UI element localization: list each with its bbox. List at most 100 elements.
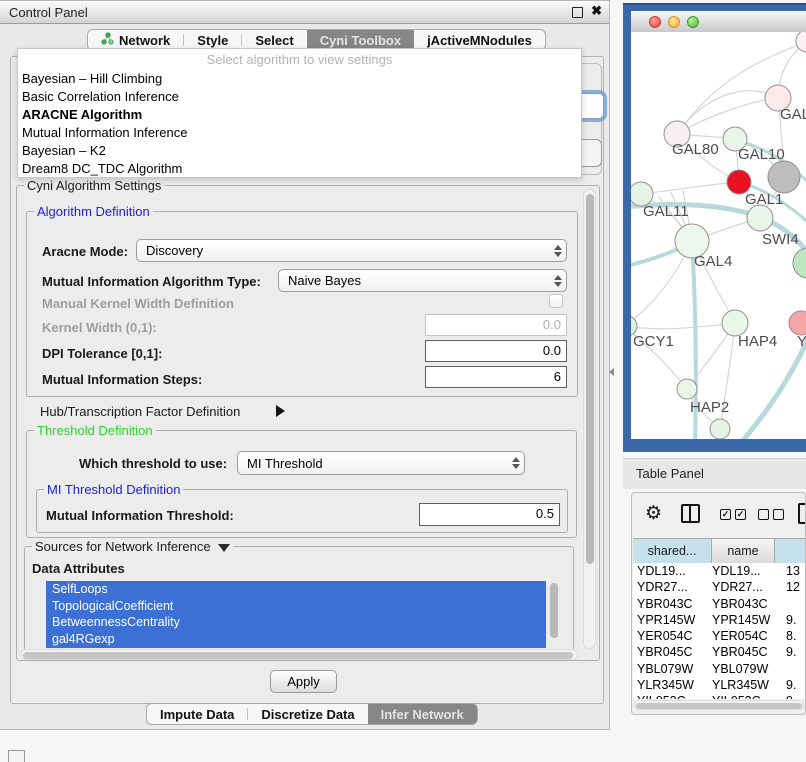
table-cell: YBR045C: [712, 645, 768, 659]
table-cell: YBR043C: [637, 597, 693, 611]
table-cell: 9.: [786, 678, 796, 692]
dpi-tolerance-field[interactable]: 0.0: [425, 340, 567, 362]
close-traffic-light-icon[interactable]: [649, 16, 661, 28]
algorithm-option[interactable]: Bayesian – Hill Climbing: [22, 70, 577, 88]
tab-cyni-toolbox[interactable]: Cyni Toolbox: [307, 30, 414, 50]
network-node[interactable]: [747, 205, 773, 231]
tab-infer-network[interactable]: Infer Network: [368, 704, 477, 724]
table-row[interactable]: YBL079WYBL079W: [633, 661, 806, 677]
algorithm-popup-list: Bayesian – Hill ClimbingBasic Correlatio…: [22, 70, 577, 178]
close-icon[interactable]: ✖: [591, 3, 602, 19]
manual-kernel-width-checkbox[interactable]: [549, 294, 563, 308]
tab-network-label: Network: [119, 33, 170, 48]
network-node[interactable]: [793, 248, 806, 278]
checked-checkbox-icon[interactable]: ✓: [720, 509, 731, 520]
settings-vertical-scrollbar[interactable]: [583, 189, 596, 649]
which-threshold-combobox[interactable]: MI Threshold: [237, 451, 525, 475]
expand-arrow-icon[interactable]: [276, 405, 285, 417]
unchecked-checkbox-icon[interactable]: [758, 509, 769, 520]
aracne-mode-value: Discovery: [137, 243, 550, 258]
network-canvas[interactable]: GALGAL80GAL10GAL1GAL11SWI4GAL4GCY1HAP4YH…: [631, 32, 806, 439]
table-cell: 9.: [786, 645, 796, 659]
control-panel-window: Control Panel ✖ Network Style: [0, 0, 610, 730]
table-cell: 12: [786, 580, 800, 594]
network-node[interactable]: [710, 419, 730, 439]
table-horizontal-scrollbar-thumb[interactable]: [636, 703, 802, 709]
table-row[interactable]: YIL052CYIL052C9: [633, 693, 806, 699]
table-panel-title: Table Panel: [636, 466, 704, 481]
mi-threshold-field[interactable]: 0.5: [419, 503, 560, 526]
checked-checkbox-icon[interactable]: ✓: [735, 509, 746, 520]
algorithm-option[interactable]: ARACNE Algorithm: [22, 106, 577, 124]
table-row[interactable]: YER054CYER054C8.: [633, 628, 806, 644]
table-cell: YDL19...: [712, 564, 761, 578]
minimize-traffic-light-icon[interactable]: [668, 16, 680, 28]
zoom-traffic-light-icon[interactable]: [687, 16, 699, 28]
tab-impute-data[interactable]: Impute Data: [147, 704, 247, 724]
mi-algorithm-type-label: Mutual Information Algorithm Type:: [42, 274, 261, 289]
network-node[interactable]: [768, 161, 800, 193]
table-toolbar: ⚙ ✓ ✓: [632, 493, 805, 538]
mi-steps-field[interactable]: 6: [425, 366, 567, 388]
network-node-label: GAL10: [738, 146, 785, 163]
network-node[interactable]: [789, 311, 806, 335]
table-row[interactable]: YDL19...YDL19...13: [633, 563, 806, 579]
collapse-arrow-icon[interactable]: [218, 544, 230, 552]
table-row[interactable]: YBR045CYBR045C9.: [633, 644, 806, 660]
column-header-partial[interactable]: [775, 539, 806, 563]
tab-style[interactable]: Style: [184, 30, 241, 50]
table-cell: YBL079W: [712, 662, 768, 676]
mi-algorithm-type-combobox[interactable]: Naive Bayes: [278, 269, 567, 292]
table-cell: YBR043C: [712, 597, 768, 611]
algorithm-popup-placeholder: Select algorithm to view settings: [18, 52, 581, 67]
tab-network[interactable]: Network: [88, 30, 183, 50]
table-row[interactable]: YDR27...YDR27...12: [633, 579, 806, 595]
table-row[interactable]: YLR345WYLR345W9.: [633, 677, 806, 693]
settings-vertical-scrollbar-thumb[interactable]: [586, 194, 594, 564]
data-attribute-item[interactable]: SelfLoops: [46, 581, 546, 598]
table-row[interactable]: YBR043C YBR043C: [633, 596, 806, 612]
network-edge: [677, 91, 778, 134]
network-window-titlebar[interactable]: [631, 11, 806, 33]
window-corner-icon[interactable]: [8, 750, 25, 762]
aracne-mode-combobox[interactable]: Discovery: [136, 239, 567, 262]
data-attribute-item[interactable]: BetweennessCentrality: [46, 614, 546, 631]
column-header-shared-name[interactable]: shared...: [633, 539, 712, 563]
settings-horizontal-scrollbar-thumb[interactable]: [23, 652, 573, 659]
table-cell: YIL052C: [712, 694, 761, 699]
float-window-icon[interactable]: [572, 7, 583, 18]
tab-select[interactable]: Select: [242, 30, 306, 50]
network-node-label: GAL1: [745, 191, 783, 208]
column-header-name[interactable]: name: [712, 539, 775, 563]
tab-jactivemnodules[interactable]: jActiveMNodules: [414, 30, 545, 50]
sources-title: Sources for Network Inference: [32, 539, 233, 554]
table-cell: YDR27...: [637, 580, 688, 594]
hub-tf-definition-label[interactable]: Hub/Transcription Factor Definition: [40, 404, 240, 419]
algorithm-option[interactable]: Dream8 DC_TDC Algorithm: [22, 160, 577, 178]
document-icon[interactable]: [798, 503, 806, 524]
tab-discretize-data[interactable]: Discretize Data: [248, 704, 367, 724]
data-attribute-item[interactable]: gal4RGexp: [46, 631, 546, 648]
network-view-window[interactable]: GALGAL80GAL10GAL1GAL11SWI4GAL4GCY1HAP4YH…: [623, 3, 806, 452]
table-cell: YLR345W: [637, 678, 694, 692]
mi-threshold-definition-title: MI Threshold Definition: [44, 482, 183, 497]
data-attribute-item[interactable]: TopologicalCoefficient: [46, 598, 546, 615]
table-horizontal-scrollbar[interactable]: [634, 700, 804, 710]
kernel-width-field[interactable]: 0.0: [425, 314, 567, 336]
table-cell: 9: [786, 694, 793, 699]
algorithm-option[interactable]: Bayesian – K2: [22, 142, 577, 160]
table-panel-bar: Table Panel: [623, 458, 806, 489]
algorithm-option[interactable]: Mutual Information Inference: [22, 124, 577, 142]
settings-horizontal-scrollbar[interactable]: [20, 649, 578, 660]
gear-icon[interactable]: ⚙: [645, 502, 662, 525]
attribute-list-scrollbar[interactable]: [550, 583, 558, 638]
network-node[interactable]: [677, 379, 697, 399]
unchecked-checkbox-icon[interactable]: [773, 509, 784, 520]
algorithm-option[interactable]: Basic Correlation Inference: [22, 88, 577, 106]
data-attributes-label: Data Attributes: [32, 561, 125, 576]
table-row[interactable]: YPR145WYPR145W9.: [633, 612, 806, 628]
mi-algorithm-type-value: Naive Bayes: [279, 273, 550, 288]
apply-button[interactable]: Apply: [270, 670, 337, 693]
columns-icon[interactable]: [681, 504, 700, 523]
splitpane-collapse-handle[interactable]: [609, 368, 614, 376]
